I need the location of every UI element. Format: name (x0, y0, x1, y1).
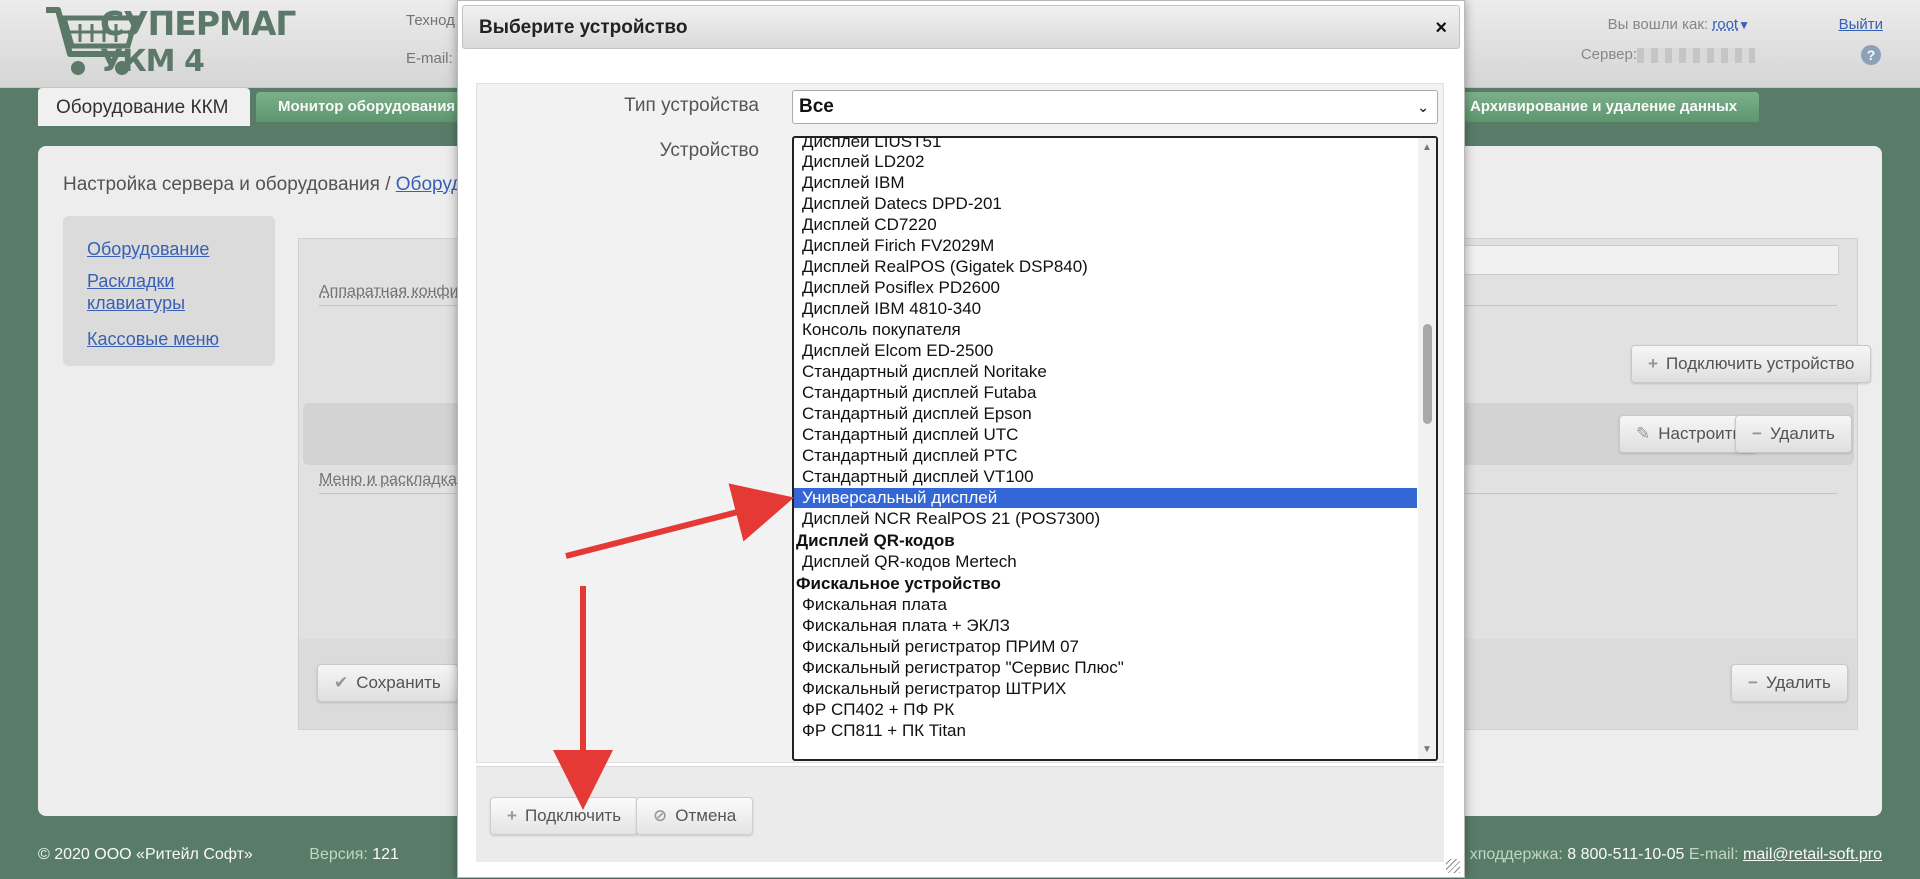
device-option[interactable]: Дисплей QR-кодов Mertech (802, 552, 1017, 572)
device-option[interactable]: Стандартный дисплей Epson (802, 404, 1032, 424)
device-option[interactable]: Стандартный дисплей Futaba (802, 383, 1036, 403)
device-option[interactable]: Дисплей LIUST51 (802, 138, 941, 152)
dialog-title: Выберите устройство (479, 17, 688, 38)
device-option[interactable]: Дисплей IBM (802, 173, 905, 193)
chevron-down-icon: ⌄ (1417, 99, 1429, 115)
resize-grip-icon[interactable] (1446, 859, 1460, 873)
device-type-label: Тип устройства (624, 95, 759, 116)
device-option[interactable]: Дисплей Firich FV2029M (802, 236, 994, 256)
scroll-down-icon[interactable]: ▼ (1422, 744, 1432, 755)
dialog-titlebar[interactable]: Выберите устройство × (462, 5, 1460, 49)
device-option[interactable]: Фискальная плата (802, 595, 947, 615)
select-device-dialog: Выберите устройство × Тип устройства Все… (457, 0, 1465, 878)
scroll-up-icon[interactable]: ▲ (1422, 142, 1432, 153)
device-label: Устройство (659, 140, 759, 161)
device-option[interactable]: Фискальная плата + ЭКЛЗ (802, 616, 1010, 636)
device-listbox[interactable]: Дисплей LIUST51 Дисплей LD202 Дисплей IBM Д… (792, 136, 1438, 761)
device-option[interactable]: Дисплей CD7220 (802, 215, 937, 235)
scrollbar-thumb[interactable] (1423, 324, 1432, 424)
connect-button[interactable]: + Подключить (490, 797, 639, 835)
device-option[interactable]: Стандартный дисплей PTC (802, 446, 1018, 466)
cancel-icon: ⊘ (653, 806, 668, 825)
device-option[interactable]: Стандартный дисплей UTC (802, 425, 1018, 445)
device-option[interactable]: Фискальный регистратор ПРИМ 07 (802, 637, 1079, 657)
device-option[interactable]: Дисплей NCR RealPOS 21 (POS7300) (802, 509, 1100, 529)
listbox-scrollbar[interactable]: ▲ ▼ (1418, 138, 1436, 759)
device-option[interactable]: ФР СП402 + ПФ РК (802, 700, 954, 720)
option-group-label: Дисплей QR-кодов (796, 531, 955, 550)
connect-label: Подключить (524, 806, 622, 825)
option-group-label: Фискальное устройство (796, 574, 1001, 593)
cancel-button[interactable]: ⊘ Отмена (636, 797, 754, 835)
device-option[interactable]: Дисплей Posiflex PD2600 (802, 278, 1000, 298)
device-option[interactable]: Консоль покупателя (802, 320, 961, 340)
plus-icon: + (507, 806, 517, 825)
device-option[interactable]: Дисплей Elcom ED-2500 (802, 341, 993, 361)
dialog-body: Тип устройства Все ⌄ Устройство Дисплей … (476, 83, 1444, 763)
device-option[interactable]: Фискальный регистратор "Сервис Плюс" (802, 658, 1124, 678)
device-type-value: Все (799, 96, 834, 117)
device-type-select[interactable]: Все ⌄ (792, 90, 1438, 124)
device-option[interactable]: Фискальный регистратор ШТРИХ (802, 679, 1066, 699)
device-option[interactable]: Дисплей IBM 4810-340 (802, 299, 981, 319)
device-option[interactable]: Дисплей RealPOS (Gigatek DSP840) (802, 257, 1088, 277)
device-option[interactable]: ФР СП811 + ПК Titan (802, 721, 966, 741)
dialog-footer: + Подключить ⊘ Отмена (476, 766, 1444, 862)
close-icon[interactable]: × (1435, 6, 1447, 50)
device-option[interactable]: Дисплей Datecs DPD-201 (802, 194, 1002, 214)
device-option-selected[interactable]: Универсальный дисплей (794, 488, 1417, 508)
device-option[interactable]: Дисплей LD202 (802, 152, 924, 172)
device-option[interactable]: Стандартный дисплей VT100 (802, 467, 1034, 487)
device-option[interactable]: Стандартный дисплей Noritake (802, 362, 1047, 382)
cancel-label: Отмена (675, 806, 737, 825)
